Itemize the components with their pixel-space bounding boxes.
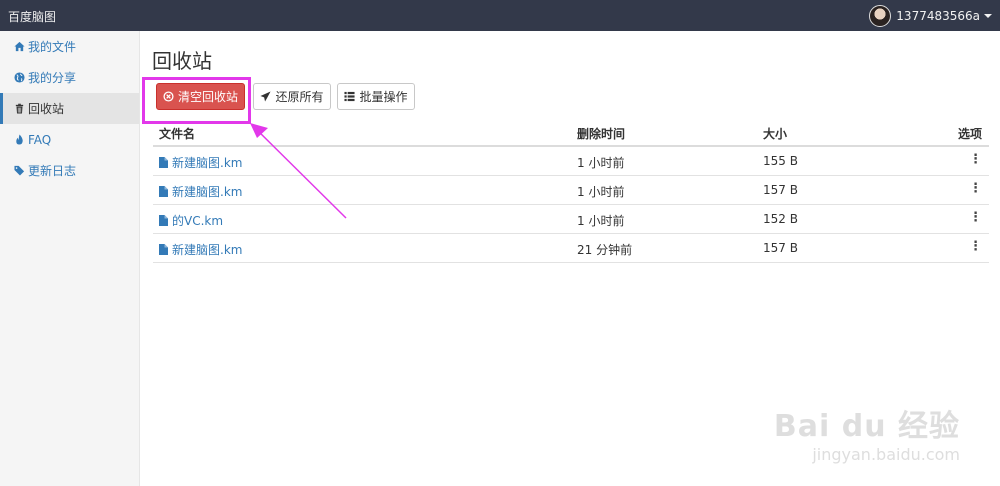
- file-link[interactable]: 的VC.km: [159, 212, 223, 229]
- batch-button-label: 批量操作: [359, 90, 408, 104]
- sidebar-item-label: 我的文件: [28, 40, 77, 54]
- sidebar-item-my-files[interactable]: 我的文件: [0, 31, 139, 62]
- annotation-arrow: [250, 123, 347, 219]
- file-link[interactable]: 新建脑图.km: [159, 183, 242, 200]
- file-size: 152 B: [763, 212, 798, 226]
- file-icon: [159, 157, 168, 168]
- fire-icon: [13, 134, 25, 146]
- user-menu[interactable]: 1377483566a: [869, 5, 992, 27]
- file-icon: [159, 215, 168, 226]
- list-icon: [344, 91, 356, 102]
- file-link[interactable]: 新建脑图.km: [159, 154, 242, 171]
- page-title: 回收站: [152, 49, 212, 73]
- annotation-highlight-box: [142, 77, 251, 124]
- sidebar-item-label: FAQ: [28, 132, 52, 147]
- sidebar: 我的文件 我的分享 回收站 FAQ 更新日志: [0, 31, 140, 486]
- file-icon: [159, 186, 168, 197]
- table-row: 新建脑图.km 21 分钟前 157 B ⋮: [153, 234, 989, 263]
- column-header-size[interactable]: 大小: [763, 125, 787, 142]
- sidebar-item-label: 我的分享: [28, 71, 77, 85]
- deleted-time: 21 分钟前: [577, 243, 633, 257]
- globe-icon: [13, 72, 25, 84]
- restore-button-label: 还原所有: [275, 90, 324, 104]
- more-options-icon[interactable]: ⋮: [969, 182, 982, 195]
- deleted-time: 1 小时前: [577, 156, 625, 170]
- home-icon: [13, 41, 25, 53]
- restore-all-button[interactable]: 还原所有: [253, 83, 331, 110]
- file-link[interactable]: 新建脑图.km: [159, 241, 242, 258]
- tags-icon: [13, 165, 25, 177]
- sidebar-item-label: 更新日志: [28, 164, 77, 178]
- file-size: 157 B: [763, 241, 798, 255]
- caret-down-icon[interactable]: [984, 14, 992, 18]
- file-name[interactable]: 新建脑图.km: [172, 183, 242, 200]
- file-size: 157 B: [763, 183, 798, 197]
- send-icon: [260, 91, 272, 102]
- avatar[interactable]: [869, 5, 892, 27]
- sidebar-item-recycle-bin[interactable]: 回收站: [0, 93, 139, 124]
- file-icon: [159, 244, 168, 255]
- username[interactable]: 1377483566a: [896, 9, 980, 23]
- deleted-time: 1 小时前: [577, 214, 625, 228]
- watermark: Bai du 经验 jingyan.baidu.com: [774, 401, 960, 464]
- watermark-url: jingyan.baidu.com: [812, 445, 960, 464]
- more-options-icon[interactable]: ⋮: [969, 211, 982, 224]
- deleted-time: 1 小时前: [577, 185, 625, 199]
- sidebar-item-faq[interactable]: FAQ: [0, 124, 139, 155]
- file-name[interactable]: 新建脑图.km: [172, 241, 242, 258]
- column-header-filename[interactable]: 文件名: [159, 125, 195, 142]
- trash-icon: [13, 103, 25, 115]
- more-options-icon[interactable]: ⋮: [969, 153, 982, 166]
- sidebar-item-label: 回收站: [28, 102, 65, 116]
- file-name[interactable]: 新建脑图.km: [172, 154, 242, 171]
- sidebar-item-my-shares[interactable]: 我的分享: [0, 62, 139, 93]
- top-navbar: 百度脑图 1377483566a: [0, 0, 1000, 31]
- sidebar-item-changelog[interactable]: 更新日志: [0, 155, 139, 186]
- column-header-options: 选项: [957, 127, 982, 141]
- file-name[interactable]: 的VC.km: [172, 212, 223, 229]
- watermark-brand: Bai du 经验: [773, 409, 960, 444]
- column-header-deleted-time[interactable]: 删除时间: [577, 125, 625, 142]
- app-brand[interactable]: 百度脑图: [8, 8, 56, 25]
- batch-operations-button[interactable]: 批量操作: [337, 83, 415, 110]
- more-options-icon[interactable]: ⋮: [969, 240, 982, 253]
- file-size: 155 B: [763, 154, 798, 168]
